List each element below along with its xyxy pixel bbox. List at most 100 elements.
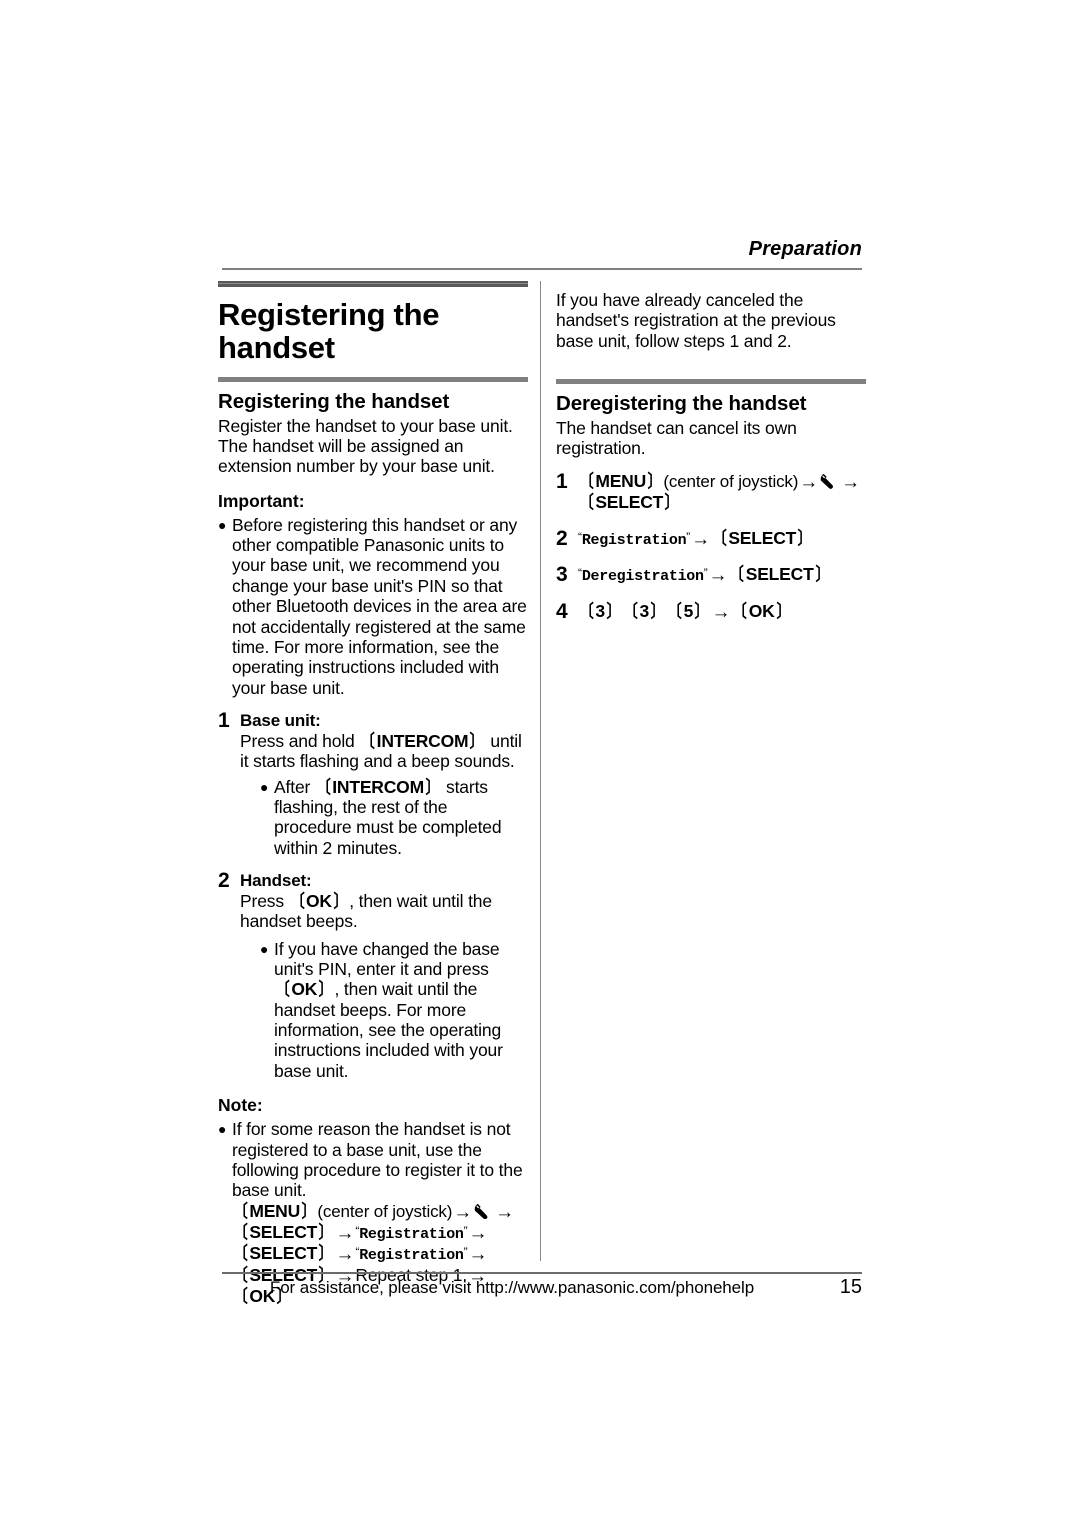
bullet-dot-icon: ● [260, 778, 269, 795]
arrow-glyph: → [335, 1244, 355, 1266]
step-2-bullet-before: If you have changed the base unit's PIN,… [274, 938, 500, 979]
deregistering-section-rule [556, 379, 866, 385]
joystick-hint: (center of joystick) [317, 1201, 453, 1221]
dereg-step-2-number: 2 [556, 526, 568, 550]
bullet-dot-icon: ● [260, 940, 269, 957]
left-column: Registering the handset Registering the … [218, 281, 528, 1306]
key-select: 〔SELECT〕 [233, 1221, 334, 1242]
key-menu: 〔MENU〕 [233, 1200, 316, 1221]
right-lead-paragraph: If you have already canceled the handset… [556, 290, 836, 351]
arrow-glyph: → [468, 1222, 488, 1244]
manual-page: Preparation Registering the handset Regi… [0, 0, 1080, 1528]
key-digit-3-label: 3 [595, 600, 605, 621]
dereg-step-3-number: 3 [556, 563, 568, 587]
key-menu-label: MENU [249, 1200, 301, 1221]
step-1-bullet: ● After 〔INTERCOM〕 starts flashing, the … [260, 777, 528, 859]
arrow-glyph: → [495, 1201, 515, 1223]
arrow-glyph: → [335, 1222, 355, 1244]
key-ok: 〔OK〕 [732, 600, 791, 621]
section-title-registering: Registering the handset [218, 389, 450, 413]
arrow-glyph: → [711, 601, 731, 623]
key-menu-label: MENU [595, 471, 647, 492]
footer-rule [222, 1272, 862, 1274]
step-1-bullet-before: After [274, 776, 315, 797]
key-menu: 〔MENU〕 [579, 471, 662, 492]
dereg-step-4-number: 4 [556, 599, 568, 623]
key-select-label: SELECT [249, 1243, 318, 1264]
dereg-step-1-body: 〔MENU〕(center of joystick)→ → 〔SELECT〕 [578, 471, 866, 512]
step-2-bullet: ● If you have changed the base unit's PI… [260, 939, 528, 1082]
lcd-text-registration: Registration [359, 1225, 464, 1243]
section-title-deregistering: Deregistering the handset [556, 392, 807, 416]
lcd-text-registration: Registration [581, 531, 687, 549]
step-1-number: 1 [218, 709, 230, 732]
arrow-glyph: → [468, 1244, 488, 1266]
section-intro-paragraph: Register the handset to your base unit. … [218, 415, 513, 477]
note-bullet-sentence: If for some reason the handset is not re… [232, 1119, 523, 1201]
step-2-number: 2 [218, 869, 230, 893]
dereg-step-2-body: “Registration”→ 〔SELECT〕 [578, 528, 866, 549]
page-number: 15 [839, 1276, 862, 1298]
lcd-text-deregistration: Deregistration [581, 568, 704, 586]
step-2-text-before: Press [240, 890, 289, 911]
note-label: Note: [218, 1095, 263, 1116]
important-label: Important: [218, 490, 305, 511]
key-ok-label: OK [306, 890, 332, 911]
important-bullet-text: Before registering this handset or any o… [232, 514, 527, 698]
key-intercom-label: INTERCOM [376, 730, 469, 751]
key-select-label: SELECT [728, 527, 797, 548]
key-digit-5: 〔5〕 [667, 600, 709, 621]
joystick-hint: (center of joystick) [663, 472, 799, 492]
running-header-title: Preparation [748, 238, 862, 260]
dereg-step-4: 4 〔3〕 〔3〕 〔5〕 → 〔OK〕 [556, 601, 866, 622]
wrench-icon [474, 1203, 493, 1219]
bullet-dot-icon: ● [218, 516, 227, 533]
dereg-step-1-number: 1 [556, 470, 568, 494]
footer-assistance-text: For assistance, please visit http://www.… [269, 1278, 755, 1297]
chapter-title-bottom-rule [218, 376, 528, 382]
dereg-step-4-body: 〔3〕 〔3〕 〔5〕 → 〔OK〕 [578, 601, 866, 622]
key-digit-3: 〔3〕 [623, 600, 665, 621]
step-2-label: Handset: [240, 871, 312, 891]
key-ok: 〔OK〕 [275, 979, 334, 1000]
arrow-glyph: → [691, 528, 710, 550]
step-2: 2 Handset: Press 〔OK〕, then wait until t… [218, 870, 528, 1081]
key-digit-3: 〔3〕 [579, 600, 621, 621]
step-1-text-before: Press and hold [240, 730, 360, 751]
key-ok: 〔OK〕 [290, 890, 348, 911]
key-select: 〔SELECT〕 [712, 527, 813, 548]
key-digit-5-label: 5 [683, 600, 694, 621]
arrow-glyph: → [799, 472, 819, 494]
right-column: If you have already canceled the handset… [556, 281, 866, 622]
chapter-title-top-rule [218, 281, 528, 289]
dereg-step-3: 3 “Deregistration”→ 〔SELECT〕 [556, 564, 866, 585]
key-select: 〔SELECT〕 [233, 1243, 334, 1264]
key-intercom: 〔INTERCOM〕 [316, 776, 440, 797]
step-2-bullet-text: If you have changed the base unit's PIN,… [274, 939, 528, 1082]
deregistering-intro: The handset can cancel its own registrat… [556, 417, 797, 459]
key-select: 〔SELECT〕 [579, 492, 680, 513]
key-ok-label: OK [748, 600, 775, 621]
chapter-title: Registering the handset [218, 297, 440, 366]
step-1-bullet-text: After 〔INTERCOM〕 starts flashing, the re… [274, 777, 528, 859]
step-1-label: Base unit: [240, 711, 321, 730]
wrench-icon [820, 474, 839, 490]
arrow-glyph: → [841, 472, 861, 494]
key-digit-3-label: 3 [639, 600, 650, 621]
header-rule [222, 268, 862, 270]
key-intercom-label: INTERCOM [332, 776, 424, 797]
key-ok-label: OK [291, 979, 318, 1000]
dereg-step-1: 1 〔MENU〕(center of joystick)→ → 〔SELECT〕 [556, 471, 866, 512]
key-select-label: SELECT [745, 564, 814, 585]
key-select-label: SELECT [595, 492, 664, 513]
step-2-body: Handset: Press 〔OK〕, then wait until the… [240, 870, 528, 1081]
important-bullet: ● Before registering this handset or any… [218, 515, 528, 698]
step-1-body: Base unit: Press and hold 〔INTERCOM〕 unt… [240, 710, 528, 858]
key-select: 〔SELECT〕 [729, 564, 830, 585]
dereg-step-2: 2 “Registration”→ 〔SELECT〕 [556, 528, 866, 549]
lcd-text-registration: Registration [359, 1247, 464, 1265]
arrow-glyph: → [453, 1201, 473, 1223]
dereg-step-3-body: “Deregistration”→ 〔SELECT〕 [578, 564, 866, 585]
key-intercom: 〔INTERCOM〕 [360, 730, 485, 751]
column-divider [540, 281, 541, 1261]
